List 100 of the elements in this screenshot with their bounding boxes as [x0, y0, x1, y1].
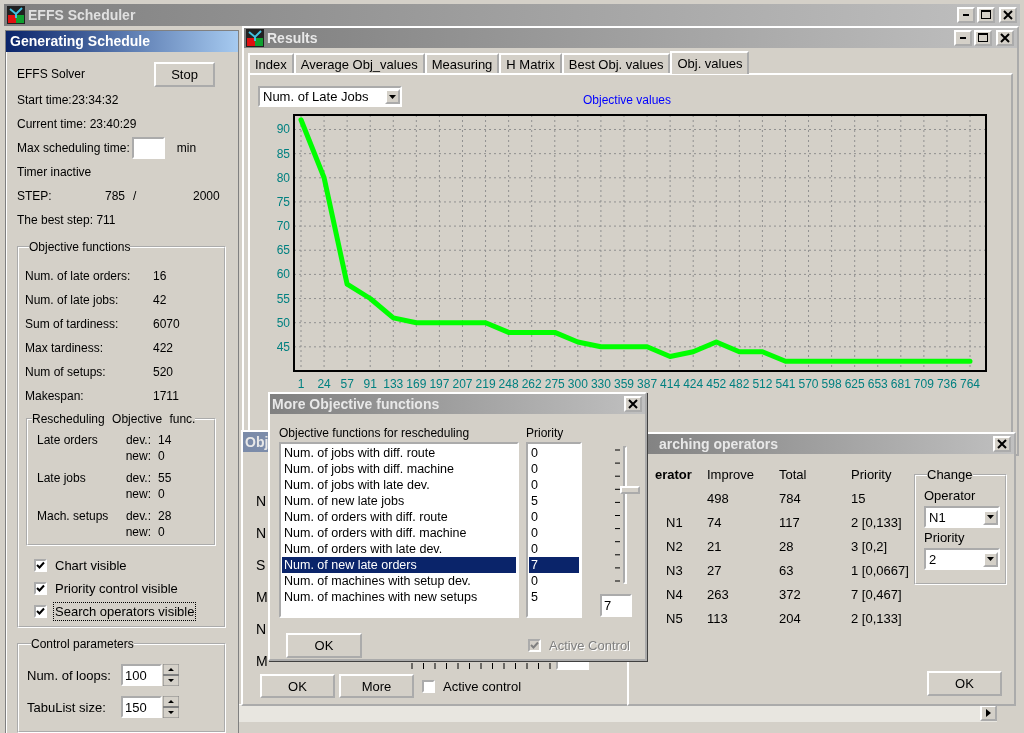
table-cell-text: 27: [707, 563, 723, 580]
x-tick-label: 1: [297, 377, 305, 391]
tab[interactable]: Obj. values: [670, 51, 750, 74]
list-item[interactable]: 5: [529, 589, 579, 605]
checkbox-label[interactable]: Search operators visible: [54, 603, 196, 620]
list-item[interactable]: 7: [529, 557, 579, 573]
ok-button[interactable]: OK: [927, 671, 1002, 696]
objective-label: Makespan:: [25, 388, 85, 405]
objective-value: 16: [153, 268, 168, 285]
list-item[interactable]: Num. of jobs with diff. machine: [282, 461, 516, 477]
objective-label: Sum of tardiness:: [25, 316, 120, 333]
tab[interactable]: H Matrix: [499, 53, 562, 73]
x-tick-label: 424: [683, 377, 704, 391]
x-tick-label: 512: [752, 377, 773, 391]
list-item[interactable]: Num. of orders with diff. route: [282, 509, 516, 525]
table-cell-text: 28: [779, 539, 795, 556]
group-title: Objective functions: [29, 240, 131, 254]
list-item[interactable]: Num. of machines with new setups: [282, 589, 516, 605]
minimize-button[interactable]: [957, 7, 975, 23]
caret-icon: [987, 557, 994, 561]
x-tick-label: 541: [775, 377, 796, 391]
row-label: Late orders: [37, 432, 99, 448]
panel-title: Generating Schedule: [6, 31, 238, 52]
row-label: Late jobs: [37, 470, 87, 486]
window-title: Results: [267, 30, 318, 46]
x-tick-label: 625: [844, 377, 865, 391]
list-item[interactable]: 0: [529, 461, 579, 477]
list-item[interactable]: 0: [529, 477, 579, 493]
stop-button[interactable]: Stop: [154, 61, 215, 87]
current-time-text: Current time: 23:40:29: [17, 116, 138, 133]
list-item[interactable]: 0: [529, 445, 579, 461]
list-item[interactable]: Num. of orders with late dev.: [282, 541, 516, 557]
number-field[interactable]: 150: [121, 696, 162, 718]
list-item[interactable]: Num. of new late jobs: [282, 493, 516, 509]
new-label: new:: [124, 524, 152, 540]
tab[interactable]: Average Obj_values: [293, 53, 425, 73]
dialog-button[interactable]: OK: [260, 674, 335, 698]
dialog-button[interactable]: More: [339, 674, 414, 698]
slider-thumb[interactable]: [620, 486, 640, 495]
x-tick-label: 207: [452, 377, 473, 391]
checkbox[interactable]: [34, 605, 47, 618]
x-tick-label: 24: [317, 377, 331, 391]
table-cell-text: N5: [665, 611, 684, 628]
row-label: N: [256, 493, 267, 510]
tab[interactable]: Measuring: [424, 53, 500, 73]
objective-label: Num of setups:: [25, 364, 107, 381]
list-item[interactable]: 5: [529, 493, 579, 509]
list-item[interactable]: 0: [529, 573, 579, 589]
list-item[interactable]: Num. of jobs with diff. route: [282, 445, 516, 461]
spin-buttons[interactable]: [163, 664, 179, 686]
list-item[interactable]: Num. of orders with diff. machine: [282, 525, 516, 541]
tab[interactable]: Best Obj. values: [561, 53, 671, 73]
priority-field[interactable]: 7: [600, 594, 632, 617]
new-label: new:: [124, 486, 152, 502]
step-label: STEP:: [17, 188, 53, 205]
list-item[interactable]: Num. of machines with setup dev.: [282, 573, 516, 589]
list-item[interactable]: 0: [529, 525, 579, 541]
tab[interactable]: Index: [248, 53, 294, 73]
table-cell-text: 784: [779, 491, 802, 508]
new-value: 0: [158, 486, 166, 502]
ok-button[interactable]: OK: [286, 633, 362, 658]
y-tick-label: 75: [276, 194, 290, 209]
y-tick-label: 70: [276, 219, 290, 234]
number-field[interactable]: 100: [121, 664, 162, 686]
list-item[interactable]: Num. of new late orders: [282, 557, 516, 573]
x-tick-label: 482: [729, 377, 750, 391]
field-label: Priority: [924, 529, 966, 547]
field-label: Operator: [924, 487, 977, 505]
checkbox-label[interactable]: Priority control visible: [54, 580, 179, 597]
step-value: 785: [105, 188, 127, 205]
x-tick-label: 709: [913, 377, 934, 391]
list-item[interactable]: 0: [529, 541, 579, 557]
y-tick-label: 55: [276, 291, 290, 306]
close-button[interactable]: [999, 7, 1017, 23]
minimize-icon: [960, 37, 966, 39]
checkbox-label[interactable]: Chart visible: [54, 557, 128, 574]
checkbox[interactable]: [34, 559, 47, 572]
x-tick-label: 133: [383, 377, 404, 391]
caret-icon: [987, 515, 994, 519]
spin-buttons[interactable]: [163, 696, 179, 718]
list-item[interactable]: 0: [529, 509, 579, 525]
x-tick-label: 359: [613, 377, 634, 391]
dropdown[interactable]: 2: [924, 548, 1000, 570]
time-field[interactable]: [131, 137, 165, 159]
field-label: Max scheduling time:: [17, 140, 130, 157]
list-item[interactable]: Num. of jobs with late dev.: [282, 477, 516, 493]
row-label: Mach. setups: [37, 508, 110, 524]
checkbox[interactable]: [422, 679, 435, 693]
maximize-button[interactable]: [977, 7, 995, 23]
objective-label: Num. of late jobs:: [25, 292, 120, 309]
list-header: Priority: [526, 425, 565, 442]
x-tick-label: 570: [798, 377, 819, 391]
close-icon: [1000, 33, 1010, 43]
dropdown[interactable]: Num. of Late Jobs: [258, 86, 402, 107]
x-tick-label: 681: [890, 377, 911, 391]
checkbox-label[interactable]: Active control: [442, 677, 523, 695]
table-cell-text: 7 [0,467]: [851, 587, 903, 604]
dropdown[interactable]: N1: [924, 506, 1000, 528]
chart-title: Objective values: [583, 93, 672, 107]
checkbox[interactable]: [34, 582, 47, 595]
